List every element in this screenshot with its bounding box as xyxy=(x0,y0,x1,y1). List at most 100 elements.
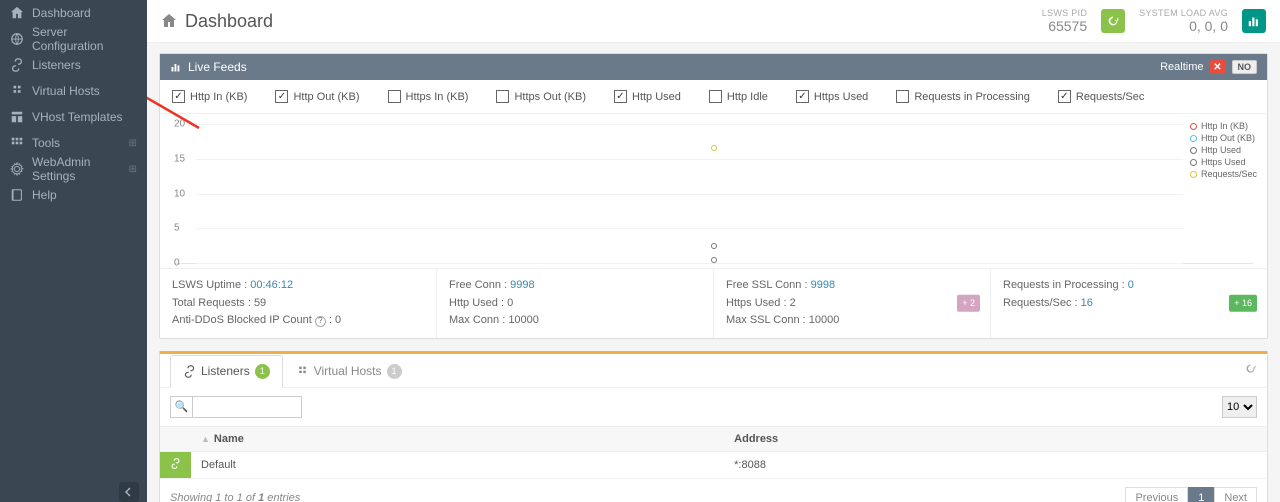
https-used-value: 2 xyxy=(790,297,796,309)
sidebar-collapse-button[interactable] xyxy=(119,482,139,502)
refresh-icon xyxy=(1106,14,1120,28)
checkbox-icon xyxy=(709,90,722,103)
lsws-pid-block: LSWS PID 65575 xyxy=(1042,8,1087,34)
req-processing-value: 0 xyxy=(1128,279,1134,291)
checkbox-label: Http Idle xyxy=(727,91,768,103)
sidebar-item-vhost-templates[interactable]: VHost Templates xyxy=(0,104,147,130)
checkbox-label: Requests/Sec xyxy=(1076,91,1144,103)
restart-button[interactable] xyxy=(1101,9,1125,33)
metric-checkbox-7[interactable]: Requests in Processing xyxy=(896,90,1030,103)
tab-virtual-hosts[interactable]: Virtual Hosts 1 xyxy=(283,355,415,388)
tab-badge: 1 xyxy=(387,364,402,379)
home-icon xyxy=(10,6,24,20)
sidebar-item-tools[interactable]: Tools ⊞ xyxy=(0,130,147,156)
ytick: 10 xyxy=(174,188,185,199)
prev-button[interactable]: Previous xyxy=(1125,487,1188,502)
metric-checkbox-4[interactable]: Http Used xyxy=(614,90,681,103)
chart: 05101520 Http In (KB)Http Out (KB)Http U… xyxy=(160,114,1267,268)
chart-icon xyxy=(170,61,182,73)
metric-checkbox-6[interactable]: Https Used xyxy=(796,90,868,103)
legend-dot-icon xyxy=(1190,123,1197,130)
sidebar: Dashboard Server Configuration Listeners… xyxy=(0,0,147,502)
metric-checkboxes: Http In (KB) Http Out (KB) Https In (KB) Ht… xyxy=(160,80,1267,114)
free-conn-value: 9998 xyxy=(510,279,534,291)
cubes-icon xyxy=(296,365,309,378)
column-name[interactable]: ▲Name xyxy=(191,426,724,451)
req-sec-value: 16 xyxy=(1081,297,1093,309)
checkbox-icon xyxy=(275,90,288,103)
book-icon xyxy=(10,188,24,202)
tab-label: Listeners xyxy=(201,364,250,378)
chart-legend: Http In (KB)Http Out (KB)Http UsedHttps … xyxy=(1190,120,1257,180)
metric-checkbox-8[interactable]: Requests/Sec xyxy=(1058,90,1144,103)
metric-checkbox-0[interactable]: Http In (KB) xyxy=(172,90,247,103)
refresh-button[interactable] xyxy=(1244,362,1257,378)
row-status-icon xyxy=(160,451,191,478)
cubes-icon xyxy=(10,84,24,98)
data-point xyxy=(711,145,717,151)
sidebar-item-webadmin-settings[interactable]: WebAdmin Settings ⊞ xyxy=(0,156,147,182)
column-address[interactable]: Address xyxy=(724,426,1267,451)
sidebar-item-dashboard[interactable]: Dashboard xyxy=(0,0,147,26)
page-1-button[interactable]: 1 xyxy=(1188,487,1214,502)
sidebar-item-virtual-hosts[interactable]: Virtual Hosts xyxy=(0,78,147,104)
checkbox-icon xyxy=(496,90,509,103)
checkbox-label: Http Used xyxy=(632,91,681,103)
legend-dot-icon xyxy=(1190,159,1197,166)
ytick: 20 xyxy=(174,119,185,130)
tab-listeners[interactable]: Listeners 1 xyxy=(170,355,283,388)
legend-item: Http In (KB) xyxy=(1190,120,1257,132)
legend-item: Http Out (KB) xyxy=(1190,132,1257,144)
uptime-value: 00:46:12 xyxy=(250,279,293,291)
sidebar-item-server-config[interactable]: Server Configuration xyxy=(0,26,147,52)
load-value: 0, 0, 0 xyxy=(1139,18,1228,34)
ddos-value: 0 xyxy=(335,314,341,326)
live-feeds-title: Live Feeds xyxy=(188,60,247,74)
chevron-left-icon xyxy=(124,487,134,497)
table-row[interactable]: Default*:8088 xyxy=(160,451,1267,478)
metric-checkbox-3[interactable]: Https Out (KB) xyxy=(496,90,586,103)
sidebar-item-help[interactable]: Help xyxy=(0,182,147,208)
data-point xyxy=(711,243,717,249)
pid-value: 65575 xyxy=(1042,18,1087,34)
checkbox-icon xyxy=(896,90,909,103)
listeners-panel: Listeners 1 Virtual Hosts 1 🔍 xyxy=(159,351,1268,502)
checkbox-icon xyxy=(1058,90,1071,103)
stats-button[interactable] xyxy=(1242,9,1266,33)
live-feeds-header: Live Feeds Realtime ✕ NO xyxy=(160,54,1267,80)
realtime-no-button[interactable]: NO xyxy=(1232,60,1258,74)
search-input[interactable] xyxy=(192,396,302,418)
page-title-text: Dashboard xyxy=(185,11,273,32)
next-button[interactable]: Next xyxy=(1214,487,1257,502)
total-requests-value: 59 xyxy=(254,297,266,309)
sidebar-item-label: Dashboard xyxy=(32,6,91,20)
metric-checkbox-2[interactable]: Https In (KB) xyxy=(388,90,469,103)
checkbox-label: Http Out (KB) xyxy=(293,91,359,103)
sidebar-item-label: Help xyxy=(32,188,57,202)
page-size-select[interactable]: 10 xyxy=(1222,396,1257,418)
search-icon: 🔍 xyxy=(170,396,192,418)
metric-checkbox-5[interactable]: Http Idle xyxy=(709,90,768,103)
tab-badge: 1 xyxy=(255,364,270,379)
sidebar-item-listeners[interactable]: Listeners xyxy=(0,52,147,78)
listeners-table: ▲Name Address Default*:8088 xyxy=(160,426,1267,479)
topbar: Dashboard LSWS PID 65575 SYSTEM LOAD AVG… xyxy=(147,0,1280,43)
table-footer: Showing 1 to 1 of 1 entries Previous 1 N… xyxy=(160,479,1267,502)
sidebar-item-label: WebAdmin Settings xyxy=(32,155,121,183)
system-load-block: SYSTEM LOAD AVG 0, 0, 0 xyxy=(1139,8,1228,34)
stats-row: LSWS Uptime : 00:46:12 Total Requests : … xyxy=(160,268,1267,338)
metric-checkbox-1[interactable]: Http Out (KB) xyxy=(275,90,359,103)
checkbox-icon xyxy=(388,90,401,103)
legend-dot-icon xyxy=(1190,147,1197,154)
page-size-dropdown[interactable]: 10 xyxy=(1222,396,1257,418)
legend-item: Http Used xyxy=(1190,144,1257,156)
stats-col-ssl: Free SSL Conn : 9998 Https Used : 2 Max … xyxy=(714,269,991,338)
realtime-close-button[interactable]: ✕ xyxy=(1210,60,1226,74)
help-icon[interactable]: ? xyxy=(315,316,326,327)
live-feeds-panel: Live Feeds Realtime ✕ NO Http In (KB)Htt… xyxy=(159,53,1268,339)
stats-col-conn: Free Conn : 9998 Http Used : 0 Max Conn … xyxy=(437,269,714,338)
pagination: Previous 1 Next xyxy=(1125,487,1257,502)
ytick: 5 xyxy=(174,223,180,234)
chart-icon xyxy=(1247,14,1261,28)
max-ssl-value: 10000 xyxy=(809,314,840,326)
